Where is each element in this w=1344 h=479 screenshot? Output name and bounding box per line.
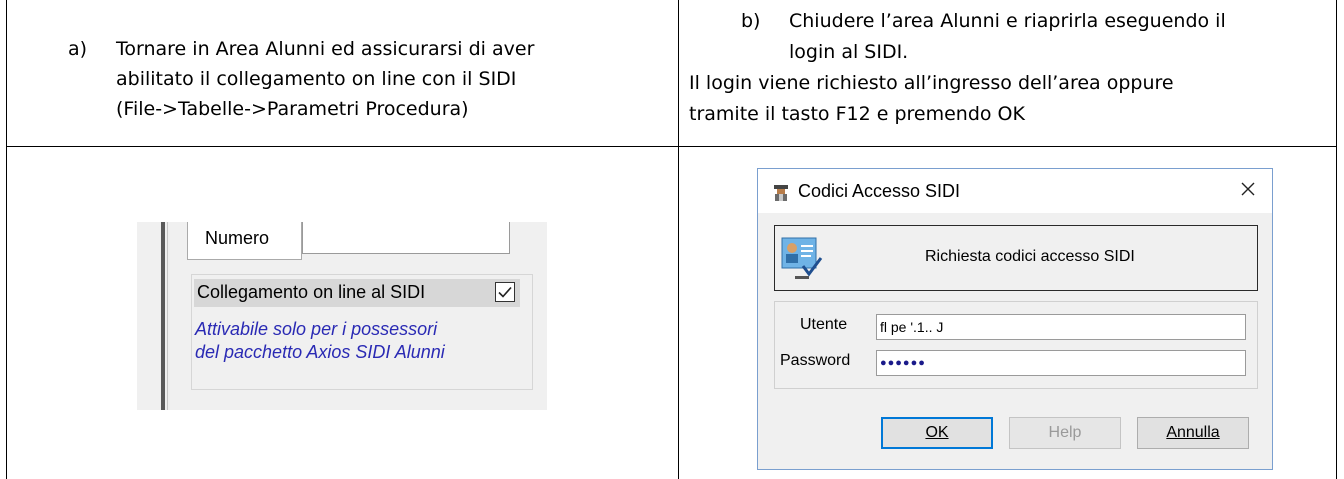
- cell-b-line-2: login al SIDI.: [789, 41, 909, 63]
- cell-b-line-4: tramite il tasto F12 e premendo OK: [689, 103, 1025, 125]
- cell-a-marker: a): [68, 38, 88, 60]
- annulla-button[interactable]: Annulla: [1137, 417, 1249, 449]
- checkmark-icon: [498, 286, 512, 298]
- ok-button[interactable]: OK: [881, 417, 993, 449]
- numero-input[interactable]: [302, 222, 510, 254]
- utente-input[interactable]: fl pe '.1.. J: [876, 314, 1246, 340]
- close-icon[interactable]: [1236, 177, 1260, 201]
- dialog-title: Codici Accesso SIDI: [798, 181, 961, 201]
- collegamento-label: Collegamento on line al SIDI: [197, 282, 426, 302]
- table-row-divider: [6, 146, 1337, 147]
- collegamento-checkbox[interactable]: [495, 282, 515, 302]
- cell-a-line-1: Tornare in Area Alunni ed assicurarsi di…: [116, 38, 535, 60]
- cell-b-line-3: Il login viene richiesto all’ingresso de…: [689, 72, 1174, 94]
- codici-accesso-dialog: Codici Accesso SIDI Richiesta codici acc…: [757, 168, 1273, 470]
- id-card-icon: [781, 237, 823, 279]
- utente-label: Utente: [800, 316, 848, 333]
- password-input[interactable]: ●●●●●●: [876, 350, 1246, 376]
- cell-b-line-1: Chiudere l’area Alunni e riaprirla esegu…: [789, 10, 1226, 32]
- dialog-banner: Richiesta codici accesso SIDI: [774, 225, 1258, 291]
- sidi-note-line-2: del pacchetto Axios SIDI Alunni: [195, 342, 445, 362]
- panel-edge: [161, 222, 165, 410]
- table-middle-border: [678, 0, 679, 479]
- cell-b-marker: b): [741, 10, 761, 32]
- graduate-icon: [774, 185, 788, 201]
- sidi-note-line-1: Attivabile solo per i possessori: [195, 319, 438, 339]
- cell-a-line-2: abilitato il collegamento on line con il…: [116, 68, 517, 90]
- cell-a-line-3: (File->Tabelle->Parametri Procedura): [116, 98, 469, 120]
- sidi-note: Attivabile solo per i possessori del pac…: [195, 318, 445, 364]
- table-right-border: [1336, 0, 1337, 479]
- dialog-titlebar: Codici Accesso SIDI: [758, 169, 1272, 213]
- procedure-parameters-screenshot: Numero Collegamento on line al SIDI Atti…: [137, 222, 547, 410]
- password-label: Password: [780, 352, 851, 369]
- help-button[interactable]: Help: [1009, 417, 1121, 449]
- numero-label: Numero: [205, 228, 270, 248]
- banner-text: Richiesta codici accesso SIDI: [925, 248, 1135, 265]
- table-left-border: [6, 0, 7, 479]
- panel-edge-shadow: [167, 222, 168, 410]
